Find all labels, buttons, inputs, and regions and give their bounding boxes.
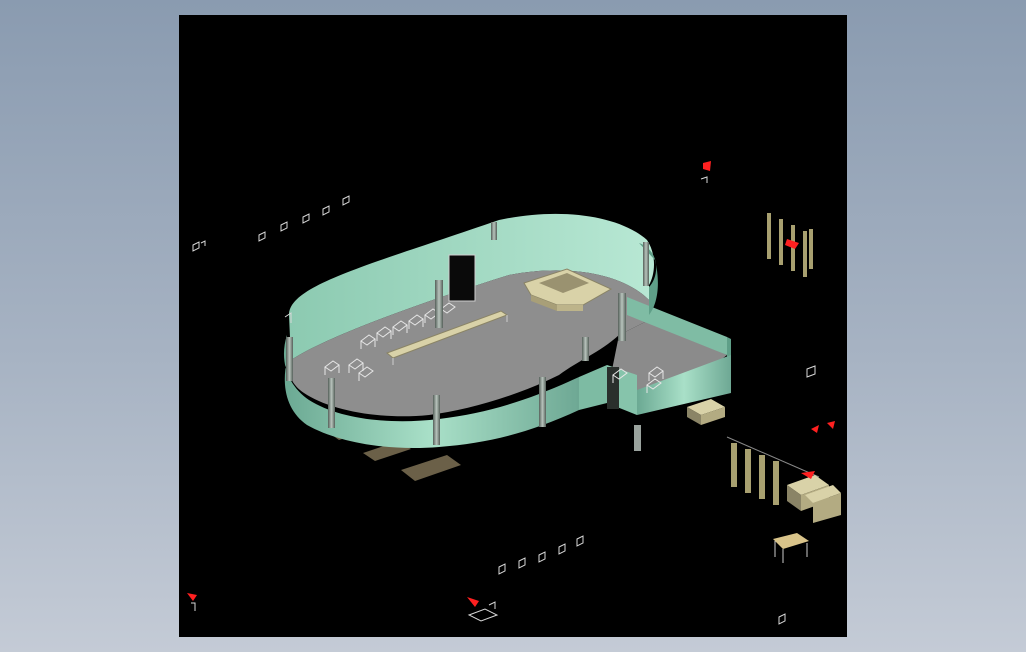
back-doorway bbox=[448, 254, 476, 302]
column bbox=[435, 280, 443, 328]
column bbox=[328, 378, 335, 428]
camera-marker bbox=[703, 161, 711, 171]
column bbox=[491, 222, 497, 240]
stacked-boxes bbox=[687, 399, 725, 425]
camera-marker bbox=[187, 593, 197, 601]
camera-marker bbox=[827, 421, 835, 429]
small-table bbox=[773, 533, 809, 563]
column bbox=[618, 293, 626, 341]
column bbox=[582, 337, 589, 361]
isometric-model-render[interactable] bbox=[179, 15, 847, 637]
column bbox=[433, 395, 440, 445]
foundation-block bbox=[726, 436, 841, 523]
camera-marker bbox=[811, 425, 819, 433]
column bbox=[643, 242, 649, 286]
column bbox=[286, 337, 293, 381]
column bbox=[539, 377, 546, 427]
model-viewport[interactable] bbox=[179, 15, 847, 637]
camera-marker bbox=[467, 597, 479, 607]
column bbox=[634, 425, 641, 451]
doorway bbox=[607, 367, 619, 409]
